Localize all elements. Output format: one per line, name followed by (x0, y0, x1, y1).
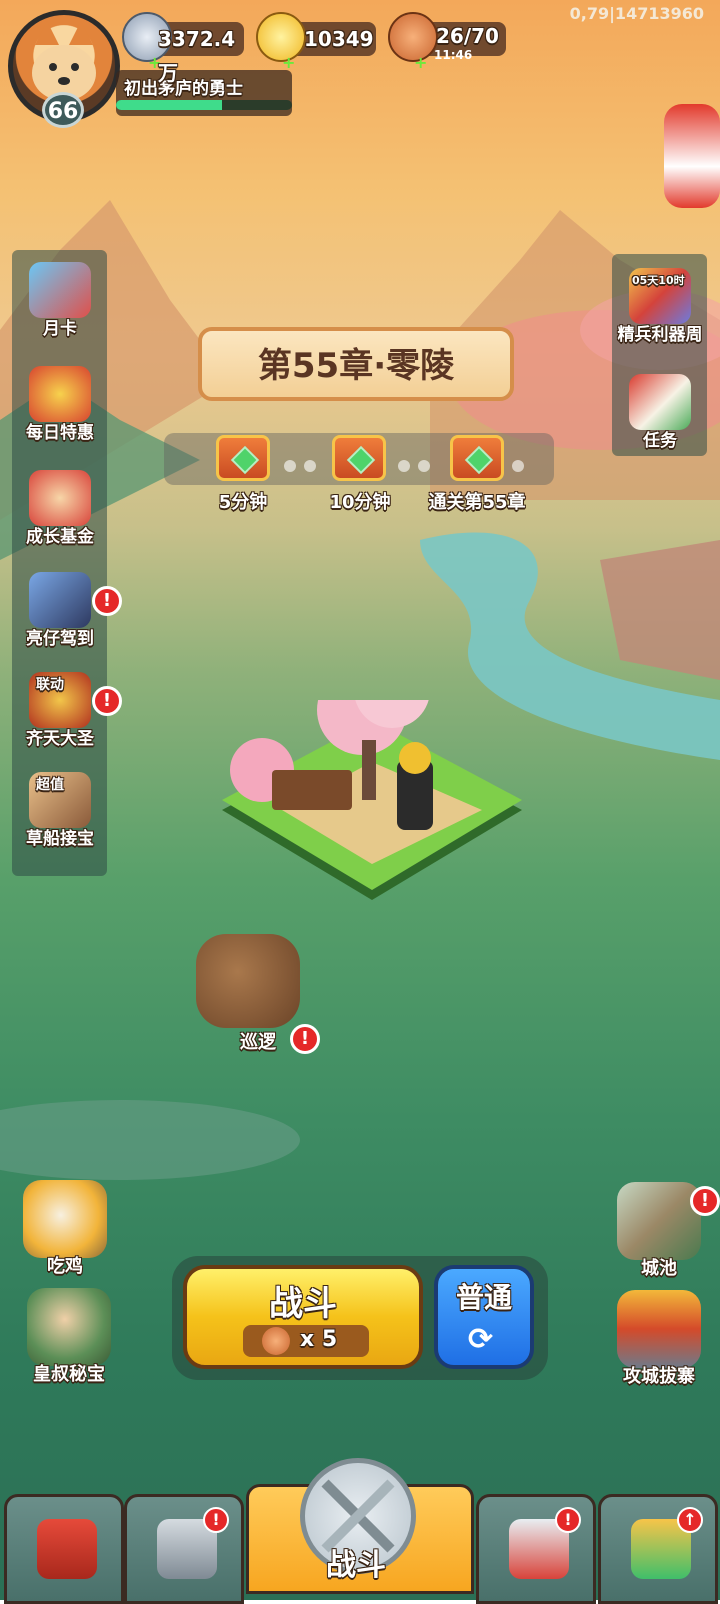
daily-deal-bag-icon (29, 366, 91, 422)
nav-tab-city[interactable] (4, 1494, 124, 1604)
city-gate-icon (37, 1519, 97, 1579)
patrol-label: 巡逻 (240, 1032, 276, 1053)
chest-gem-icon (230, 445, 260, 475)
growth-fund-icon (29, 470, 91, 526)
heroes-alert-badge: ! (555, 1507, 581, 1533)
track-dot (284, 460, 296, 472)
silver-amount: 3372.4万 (158, 27, 236, 85)
city-alert-badge: ! (690, 1186, 720, 1216)
upgrade-arrow-icon: ↑ (677, 1507, 703, 1533)
chest-gem-icon (346, 445, 376, 475)
map-island[interactable] (222, 700, 522, 920)
nav-tab-heroes[interactable]: ! (476, 1494, 596, 1604)
left-menu-tag: 联动 (36, 677, 64, 693)
track-dot (512, 460, 524, 472)
reward-chest-chapter-clear[interactable] (450, 435, 504, 481)
left-menu-label: 每日特惠 (26, 423, 94, 443)
reward-chest-10min[interactable] (332, 435, 386, 481)
chicken-dinner-icon (23, 1180, 107, 1258)
left-menu-label: 成长基金 (26, 527, 94, 547)
siege-button[interactable]: 攻城拔寨 (604, 1290, 714, 1388)
left-menu-label: 亮仔驾到 (26, 629, 94, 649)
player-level-badge: 66 (42, 92, 84, 128)
left-menu-alert-badge: ! (92, 686, 122, 716)
exp-bar (116, 100, 292, 110)
silver-resource[interactable]: + 3372.4万 (122, 12, 244, 85)
chest-gem-icon (464, 445, 494, 475)
city-label: 城池 (641, 1258, 677, 1279)
left-menu-label: 草船接宝 (26, 829, 94, 849)
difficulty-mode-label: 普通 (455, 1281, 512, 1314)
meat-stamina-icon (388, 12, 438, 62)
elite-weapons-timer: 05天10时 (632, 274, 685, 287)
left-menu-label: 齐天大圣 (26, 729, 94, 749)
patrol-horse-rider-icon[interactable] (196, 934, 300, 1028)
uncle-treasure-icon (27, 1288, 111, 1366)
elite-weapons-week-button[interactable]: 05天10时 精兵利器周 (610, 268, 710, 345)
chapter-title: 第55章·零陵 (257, 346, 455, 386)
city-icon (617, 1182, 701, 1260)
left-menu-alert-badge: ! (92, 586, 122, 616)
nav-tab-equipment[interactable]: ! (124, 1494, 244, 1604)
track-dot (418, 460, 430, 472)
quest-button[interactable]: 任务 (610, 374, 710, 451)
nav-battle-label: 战斗 (326, 1548, 386, 1583)
left-menu-item[interactable]: 成长基金 (10, 470, 110, 547)
reward-label-5min: 5分钟 (218, 492, 268, 513)
track-dot (304, 460, 316, 472)
month-card-icon (29, 262, 91, 318)
siege-label: 攻城拔寨 (623, 1366, 695, 1387)
left-menu-label: 月卡 (43, 319, 77, 339)
debug-readout: 0,79|14713960 (569, 4, 704, 23)
reward-label-10min: 10分钟 (329, 492, 391, 513)
left-menu-tag: 超值 (36, 777, 64, 793)
elite-weapons-label: 精兵利器周 (617, 325, 703, 345)
equipment-alert-badge: ! (203, 1507, 229, 1533)
left-menu-item[interactable]: 月卡 (10, 262, 110, 339)
track-dot (398, 460, 410, 472)
nav-tab-upgrade[interactable]: ↑ (598, 1494, 718, 1604)
patrol-alert-badge: ! (290, 1024, 320, 1054)
chicken-dinner-button[interactable]: 吃鸡 (10, 1180, 120, 1278)
liangzai-arrives-icon (29, 572, 91, 628)
meat-stamina-icon (262, 1327, 290, 1355)
reward-chest-5min[interactable] (216, 435, 270, 481)
add-gold-icon[interactable]: + (282, 46, 295, 80)
chicken-dinner-label: 吃鸡 (47, 1256, 83, 1277)
battle-cost: x 5 (300, 1327, 338, 1352)
stamina-timer: 11:46 (434, 48, 473, 62)
add-stamina-icon[interactable]: + (414, 46, 427, 80)
refresh-icon: ⟳ (468, 1322, 494, 1357)
gold-ingot-icon (256, 12, 306, 62)
stamina-resource[interactable]: + 26/70 11:46 (388, 12, 506, 72)
uncle-treasure-label: 皇叔秘宝 (33, 1364, 105, 1385)
event-character-icon[interactable] (664, 104, 720, 208)
quest-scroll-icon (629, 374, 691, 430)
uncle-treasure-button[interactable]: 皇叔秘宝 (14, 1288, 124, 1386)
gold-amount: 10349 (304, 27, 374, 51)
gold-resource[interactable]: + 10349 (256, 12, 376, 72)
exp-bar-fill (116, 100, 222, 110)
reward-label-chapter-clear: 通关第55章 (428, 492, 526, 513)
left-menu-item[interactable]: 每日特惠 (10, 366, 110, 443)
siege-gate-icon (617, 1290, 701, 1368)
battle-button-label: 战斗 (269, 1284, 337, 1324)
quest-label: 任务 (643, 431, 677, 451)
left-menu-item[interactable]: 超值草船接宝 (10, 772, 110, 849)
